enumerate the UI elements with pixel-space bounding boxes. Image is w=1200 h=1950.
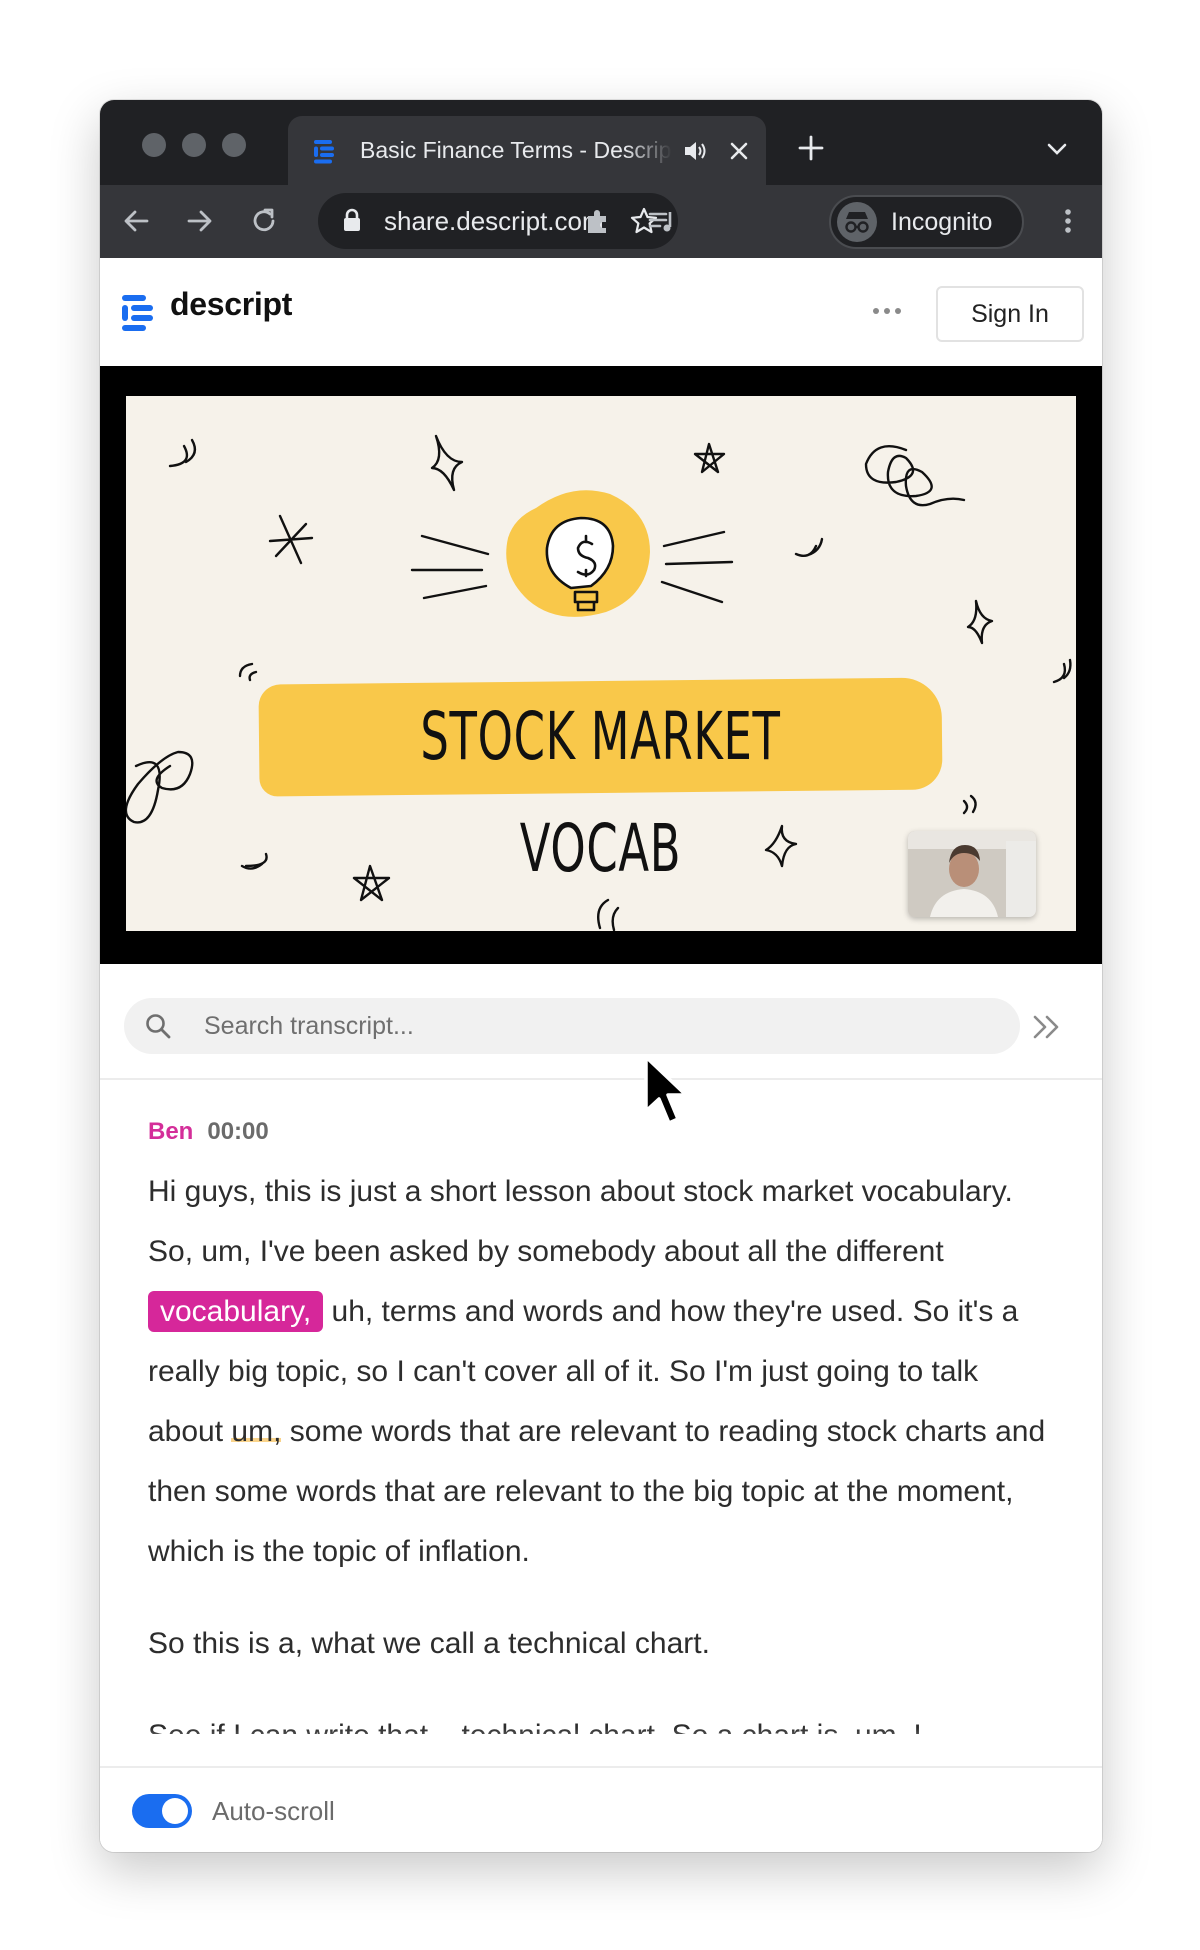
search-icon xyxy=(146,1014,171,1039)
expand-chevrons-icon[interactable] xyxy=(1030,1012,1064,1042)
new-tab-icon[interactable] xyxy=(796,133,826,163)
transcript-paragraph[interactable]: Hi guys, this is just a short lesson abo… xyxy=(148,1162,1048,1582)
mouse-pointer-icon xyxy=(644,1055,688,1125)
divider xyxy=(100,1078,1102,1080)
close-tab-icon[interactable] xyxy=(724,136,754,166)
browser-tab[interactable]: Basic Finance Terms - Descript xyxy=(288,116,766,185)
title-bar: Basic Finance Terms - Descript xyxy=(100,100,1102,185)
webcam-thumbnail xyxy=(908,831,1036,917)
autoscroll-label: Auto-scroll xyxy=(212,1796,335,1826)
transcript-text[interactable]: Hi guys, this is just a short lesson abo… xyxy=(148,1175,1013,1268)
search-transcript-bar xyxy=(124,998,1020,1054)
transcript-footer: Auto-scroll xyxy=(100,1766,1102,1852)
sign-in-button[interactable]: Sign In xyxy=(936,286,1084,342)
transcript-paragraph[interactable]: So this is a, what we call a technical c… xyxy=(148,1614,1048,1674)
browser-window: Basic Finance Terms - Descript share.des… xyxy=(100,100,1102,1852)
current-word-highlight[interactable]: vocabulary, xyxy=(148,1291,324,1332)
logo-text[interactable]: descript xyxy=(170,286,292,323)
tab-title: Basic Finance Terms - Descript xyxy=(360,137,672,163)
lock-icon xyxy=(344,208,360,231)
timestamp[interactable]: 00:00 xyxy=(207,1118,268,1145)
more-options-icon[interactable] xyxy=(870,296,904,326)
transcript-text[interactable]: some words that are relevant to reading … xyxy=(148,1415,1045,1568)
video-player[interactable]: STOCK MARKET VOCAB xyxy=(100,366,1102,964)
page-content: descript Sign In STOCK MARKET VOCAB Sear… xyxy=(100,258,1102,1852)
scroll-fade xyxy=(100,1728,1102,1768)
minimize-window-button[interactable] xyxy=(182,133,206,157)
video-frame: STOCK MARKET VOCAB xyxy=(126,396,1076,931)
forward-arrow-icon[interactable] xyxy=(184,205,216,237)
extensions-puzzle-icon[interactable] xyxy=(582,205,614,237)
maximize-window-button[interactable] xyxy=(222,133,246,157)
site-header: descript Sign In xyxy=(100,258,1102,366)
autoscroll-toggle[interactable] xyxy=(132,1794,192,1828)
speaker-name[interactable]: Ben xyxy=(148,1118,193,1145)
incognito-icon xyxy=(837,202,877,242)
slide-title: STOCK MARKET VOCAB xyxy=(420,698,781,887)
search-input[interactable] xyxy=(204,998,984,1054)
descript-logo-icon[interactable] xyxy=(122,294,160,332)
address-bar[interactable]: share.descript.com xyxy=(318,193,678,249)
reload-icon[interactable] xyxy=(248,205,280,237)
toggle-knob xyxy=(162,1798,188,1824)
filler-word-underline[interactable]: um, xyxy=(231,1415,281,1448)
back-arrow-icon[interactable] xyxy=(120,205,152,237)
chevron-down-icon[interactable] xyxy=(1044,136,1070,162)
speaker-header: Ben 00:00 xyxy=(148,1118,1048,1152)
incognito-profile-button[interactable]: Incognito xyxy=(829,195,1024,249)
transcript-panel[interactable]: Ben 00:00 Hi guys, this is just a short l… xyxy=(148,1118,1048,1734)
incognito-label: Incognito xyxy=(891,208,993,236)
browser-menu-icon[interactable] xyxy=(1052,205,1084,237)
media-queue-icon[interactable] xyxy=(646,205,678,237)
url-text: share.descript.com xyxy=(384,206,604,236)
browser-toolbar: share.descript.com Incognito xyxy=(100,185,1102,258)
close-window-button[interactable] xyxy=(142,133,166,157)
speaker-audio-icon[interactable] xyxy=(682,138,708,164)
descript-favicon-icon xyxy=(314,140,334,164)
